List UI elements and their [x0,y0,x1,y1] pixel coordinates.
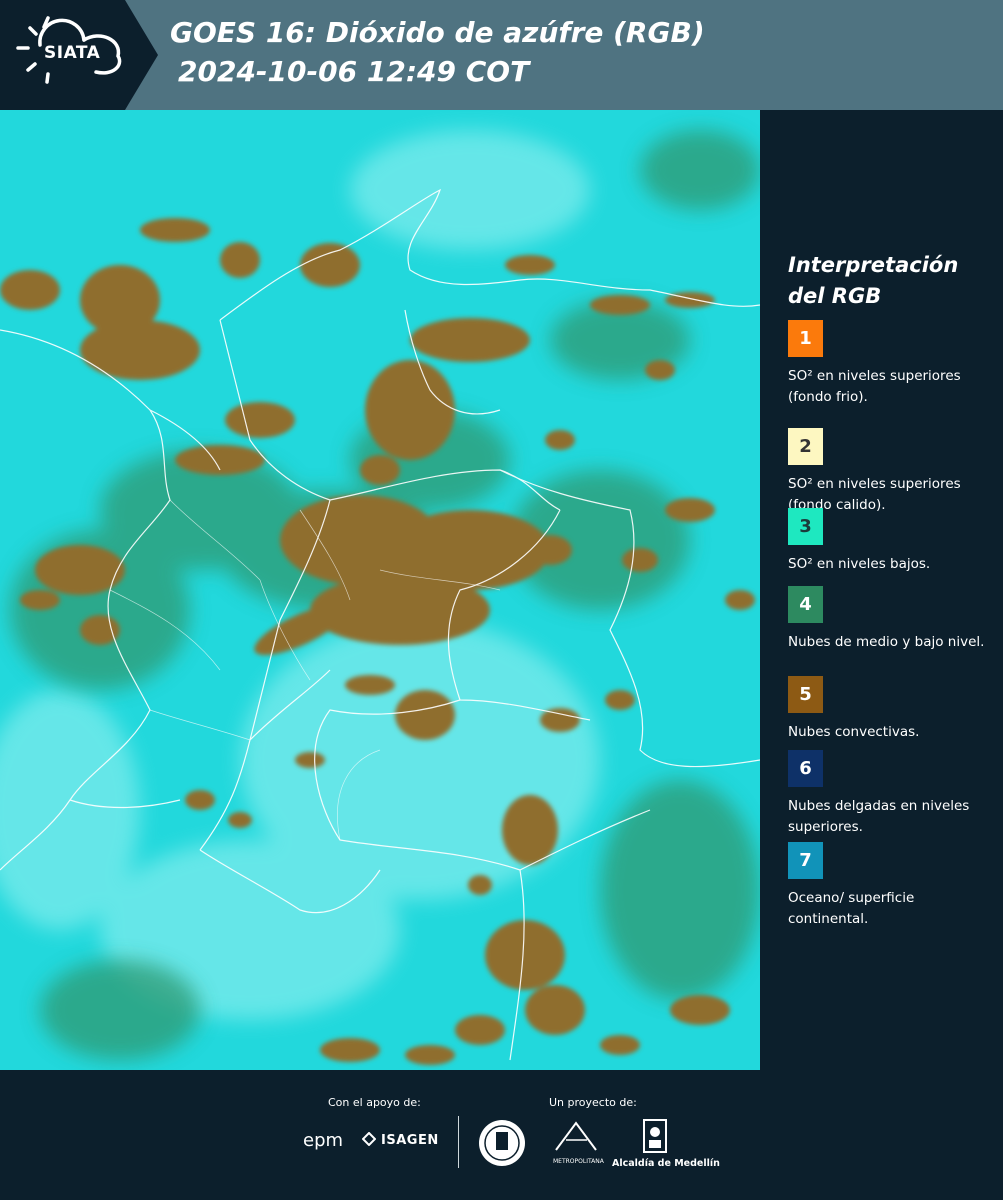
page-title: GOES 16: Dióxido de azúfre (RGB) [170,16,705,49]
legend-panel: Interpretación del RGB 1 SO² en niveles s… [760,110,1003,1070]
epm-logo: epm [303,1130,344,1151]
legend-label-1: SO² en niveles superiores (fondo frio). [788,368,961,405]
header: SIATA GOES 16: Dióxido de azúfre (RGB) 2… [0,0,1003,110]
footer-divider [458,1116,459,1168]
legend-title-line1: Interpretación [788,253,959,277]
area-metropolitana-logo [555,1121,597,1151]
support-label: Con el apoyo de: [328,1096,421,1109]
project-label: Un proyecto de: [549,1096,637,1109]
logo-text: SIATA [44,43,101,63]
legend-title: Interpretación del RGB [788,250,998,312]
alcaldia-shield-icon [643,1119,667,1153]
legend-label-3: SO² en niveles bajos. [788,556,931,572]
legend-item-1: 1 SO² en niveles superiores (fondo frio). [788,320,993,408]
legend-swatch-4: 4 [788,586,823,623]
isagen-icon [361,1131,377,1147]
medellin-seal-icon [479,1120,525,1166]
area-metropolitana-text: METROPOLITANA [553,1158,604,1165]
legend-item-2: 2 SO² en niveles superiores (fondo calido… [788,428,993,516]
legend-label-6: Nubes delgadas en niveles superiores. [788,798,970,835]
legend-swatch-5: 5 [788,676,823,713]
legend-item-4: 4 Nubes de medio y bajo nivel. [788,586,993,653]
legend-swatch-6: 6 [788,750,823,787]
isagen-label: ISAGEN [381,1133,439,1148]
legend-item-7: 7 Oceano/ superficie continental. [788,842,993,930]
legend-swatch-2: 2 [788,428,823,465]
legend-title-line2: del RGB [788,284,882,308]
legend-item-3: 3 SO² en niveles bajos. [788,508,993,575]
legend-label-5: Nubes convectivas. [788,724,920,740]
legend-swatch-3: 3 [788,508,823,545]
siata-logo: SIATA [0,0,158,110]
footer: Con el apoyo de: Un proyecto de: epm ISA… [0,1070,1003,1200]
satellite-map [0,110,760,1070]
legend-label-7: Oceano/ superficie continental. [788,890,915,927]
legend-item-6: 6 Nubes delgadas en niveles superiores. [788,750,993,838]
legend-label-4: Nubes de medio y bajo nivel. [788,634,985,650]
isagen-logo: ISAGEN [361,1131,439,1148]
legend-item-5: 5 Nubes convectivas. [788,676,993,743]
page-timestamp: 2024-10-06 12:49 COT [178,55,530,88]
legend-swatch-1: 1 [788,320,823,357]
legend-swatch-7: 7 [788,842,823,879]
alcaldia-label: Alcaldía de Medellín [612,1158,720,1169]
